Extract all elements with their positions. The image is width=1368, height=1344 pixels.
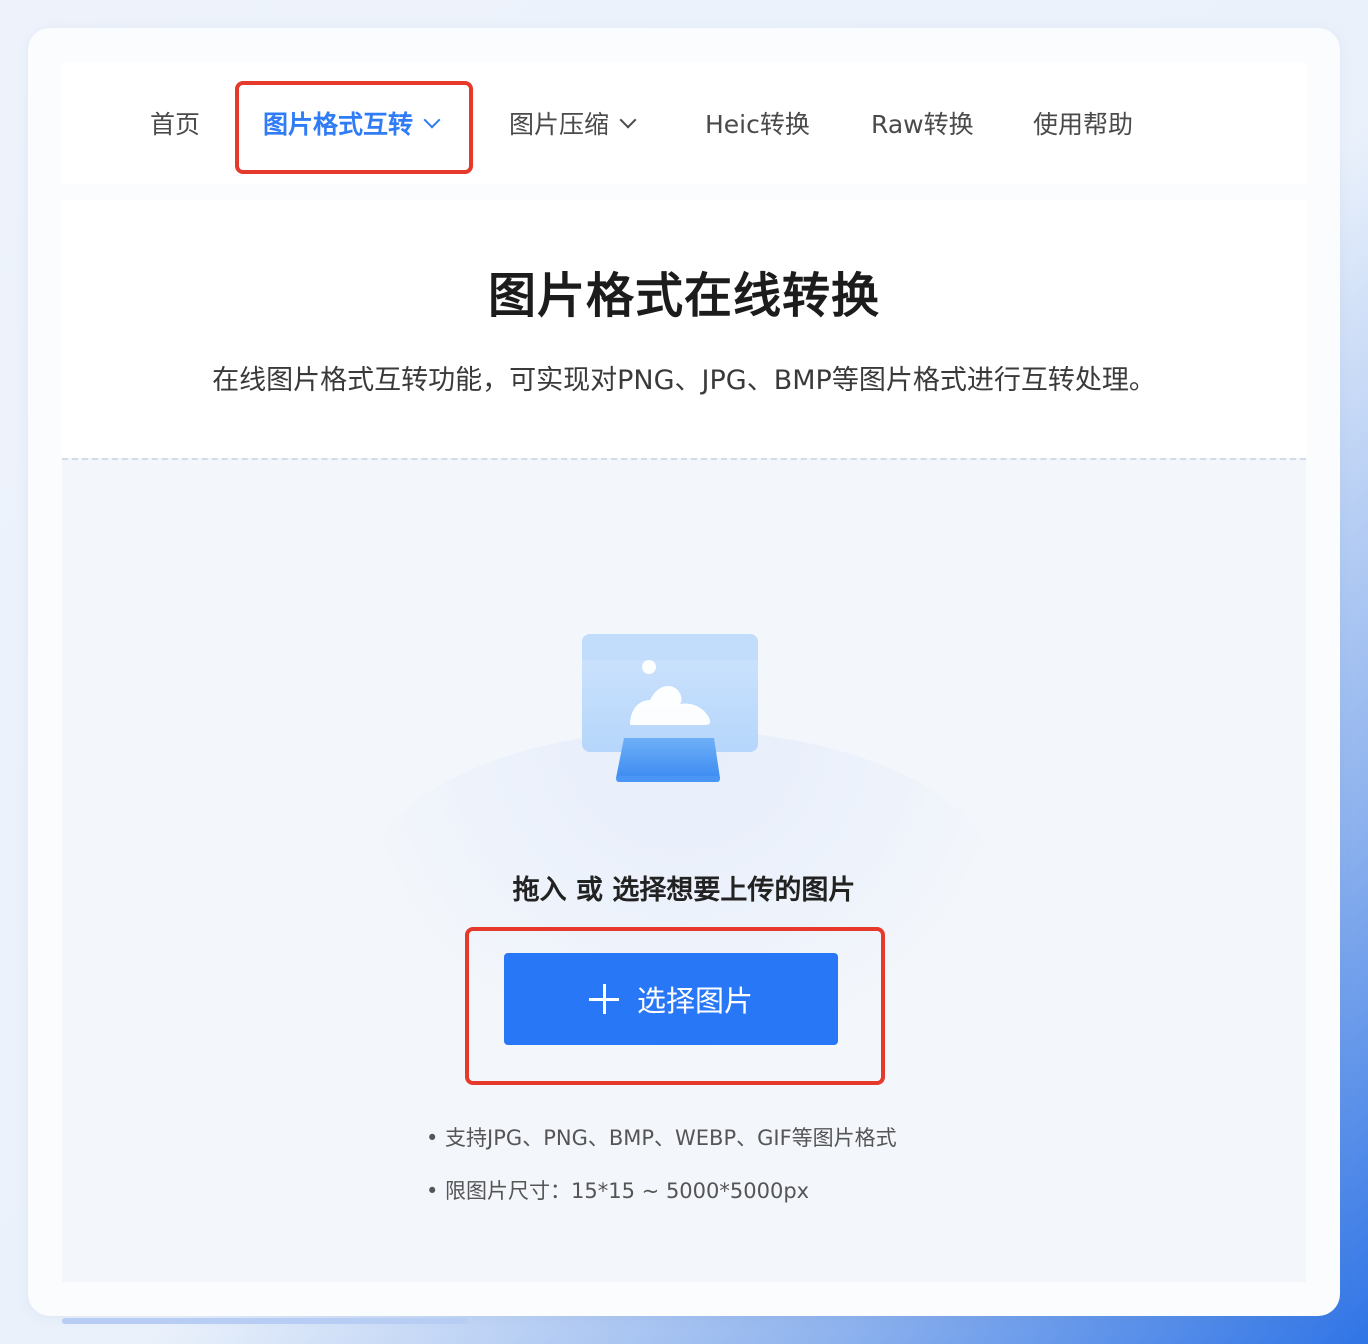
top-navigation: 首页 图片格式互转 图片压缩 Heic转换 Raw转换 使用帮助 — [62, 62, 1306, 184]
page-title: 图片格式在线转换 — [487, 268, 880, 324]
select-image-label: 选择图片 — [636, 984, 753, 1018]
hero-section: 图片格式在线转换 在线图片格式互转功能，可实现对PNG、JPG、BMP等图片格式… — [62, 200, 1306, 458]
nav-item-heic[interactable]: Heic转换 — [705, 62, 810, 184]
plus-icon — [588, 984, 619, 1014]
nav-item-label: 首页 — [150, 110, 201, 139]
nav-item-label: Heic转换 — [705, 110, 810, 139]
size-limit-note: • 限图片尺寸：15*15 ~ 5000*5000px — [426, 1179, 810, 1203]
scroll-indicator — [62, 1318, 468, 1324]
nav-item-label: Raw转换 — [871, 110, 974, 139]
chevron-down-icon — [423, 111, 441, 128]
nav-item-raw[interactable]: Raw转换 — [871, 62, 974, 184]
page-subtitle: 在线图片格式互转功能，可实现对PNG、JPG、BMP等图片格式进行互转处理。 — [212, 365, 1156, 396]
drop-prompt: 拖入 或 选择想要上传的图片 — [512, 875, 856, 906]
upload-drop-zone[interactable]: 拖入 或 选择想要上传的图片 选择图片 • 支持JPG、PNG、BMP、WEBP… — [62, 458, 1306, 1282]
nav-item-format-convert[interactable]: 图片格式互转 — [263, 62, 441, 184]
nav-item-label: 使用帮助 — [1033, 110, 1134, 139]
nav-item-label: 图片格式互转 — [263, 110, 414, 139]
format-support-note: • 支持JPG、PNG、BMP、WEBP、GIF等图片格式 — [426, 1126, 897, 1150]
nav-item-home[interactable]: 首页 — [150, 62, 200, 184]
select-image-button[interactable]: 选择图片 — [504, 953, 838, 1045]
nav-item-label: 图片压缩 — [509, 110, 610, 139]
nav-item-compress[interactable]: 图片压缩 — [509, 62, 637, 184]
chevron-down-icon — [619, 111, 637, 128]
image-upload-icon — [582, 634, 758, 782]
nav-item-help[interactable]: 使用帮助 — [1033, 62, 1133, 184]
main-card: 首页 图片格式互转 图片压缩 Heic转换 Raw转换 使用帮助 图片格式在线转… — [28, 28, 1340, 1316]
